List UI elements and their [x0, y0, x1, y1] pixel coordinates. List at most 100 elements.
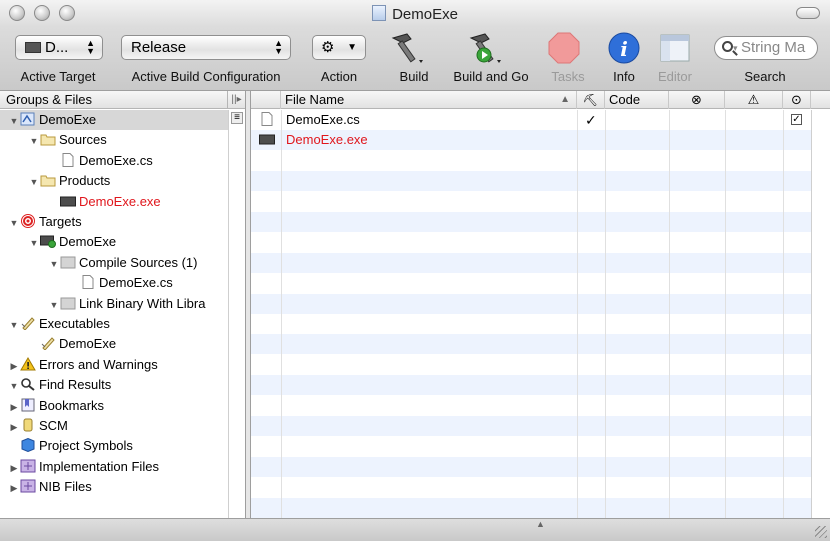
file-name-cell: DemoExe.cs — [286, 112, 360, 127]
sidebar-item[interactable]: DemoExe.cs — [0, 273, 226, 293]
disclosure-closed-icon[interactable]: ▶ — [8, 356, 20, 376]
popup-arrows-icon: ▲ ▼ — [274, 38, 283, 56]
icon-column-header[interactable] — [251, 91, 281, 109]
table-row-background — [251, 273, 811, 293]
disclosure-open-icon[interactable]: ▼ — [48, 254, 60, 274]
chevron-down-icon: ▼ — [347, 42, 357, 53]
column-divider — [281, 110, 282, 518]
errors-column-header[interactable]: ⊗ — [669, 91, 725, 109]
build-checkmark[interactable]: ✓ — [585, 110, 597, 130]
code-column-header[interactable]: Code — [605, 91, 669, 109]
table-row-background — [251, 171, 811, 192]
symbols-icon — [20, 438, 36, 453]
column-divider — [783, 110, 784, 518]
active-build-configuration-popup[interactable]: Release ▲ ▼ — [121, 35, 291, 60]
sidebar-item-label: Bookmarks — [39, 397, 105, 413]
table-body: DemoExe.cs ✓ ✓ DemoExe.exe — [251, 110, 830, 518]
disclosure-closed-icon[interactable]: ▶ — [8, 478, 20, 498]
file-icon — [259, 112, 275, 129]
table-row-background — [251, 477, 811, 497]
disclosure-open-icon[interactable]: ▼ — [28, 131, 40, 151]
sidebar-item-label: NIB Files — [39, 479, 92, 495]
target-membership-checkbox[interactable]: ✓ — [791, 114, 802, 125]
sidebar-item-label: SCM — [39, 418, 68, 433]
sidebar-item[interactable]: DemoExe.cs — [0, 151, 226, 171]
sidebar-item[interactable]: ▶ Implementation Files — [0, 457, 226, 477]
sidebar-item[interactable]: ▶ Bookmarks — [0, 396, 226, 416]
table-row-background — [251, 212, 811, 232]
disclosure-open-icon[interactable]: ▼ — [8, 213, 20, 233]
executable-icon — [259, 132, 275, 149]
search-field[interactable]: ▾ String Ma — [714, 36, 818, 60]
sidebar-item-label: Find Results — [39, 377, 112, 393]
target-membership-column-header[interactable]: ⊙ — [783, 91, 811, 109]
disclosure-closed-icon[interactable]: ▶ — [8, 417, 20, 437]
disclosure-closed-icon[interactable]: ▶ — [8, 397, 20, 417]
search-label: Search — [744, 69, 786, 84]
editor-icon[interactable] — [657, 30, 693, 66]
column-divider — [577, 110, 578, 518]
sidebar-item[interactable]: ▶ NIB Files — [0, 477, 226, 497]
file-icon — [60, 152, 76, 167]
sidebar-scrollbar[interactable]: ≡ — [228, 110, 245, 518]
table-row[interactable]: DemoExe.exe — [251, 130, 811, 150]
build-column-header[interactable]: ⛏ — [577, 91, 605, 109]
build-and-go-icon[interactable] — [467, 30, 503, 66]
disclosure-open-icon[interactable]: ▼ — [8, 111, 20, 131]
stop-tasks-icon[interactable] — [546, 30, 582, 66]
active-target-label: Active Target — [20, 69, 96, 84]
executables-icon — [20, 316, 36, 331]
window-title: DemoExe — [0, 5, 830, 23]
table-row[interactable]: DemoExe.cs ✓ ✓ — [251, 110, 811, 130]
detail-toggle-icon[interactable]: ≡ — [231, 112, 243, 124]
target-icon — [20, 214, 36, 228]
split-view-icon[interactable]: ||▸ — [227, 91, 245, 108]
sidebar-item[interactable]: ▼ Find Results — [0, 375, 226, 395]
sidebar-item[interactable]: Project Symbols — [0, 436, 226, 456]
sidebar-item[interactable]: DemoExe.exe — [0, 192, 226, 212]
table-row-background — [251, 232, 811, 252]
disclosure-open-icon[interactable]: ▼ — [8, 376, 20, 396]
executable-icon — [60, 194, 76, 208]
disclosure-open-icon[interactable]: ▼ — [48, 295, 60, 315]
detail-scrollbar[interactable] — [811, 110, 830, 518]
xcode-project-window: DemoExe D... ▲ ▼ Active Target Release ▲ ▼… — [0, 0, 830, 541]
active-target-popup[interactable]: D... ▲ ▼ — [15, 35, 103, 60]
action-popup[interactable]: ⚙ ▼ — [312, 35, 366, 60]
sidebar-item[interactable]: ▼ Link Binary With Libra — [0, 294, 226, 314]
sidebar-item[interactable]: DemoExe — [0, 334, 226, 354]
sidebar-item[interactable]: ▼ Executables — [0, 314, 226, 334]
sidebar-header[interactable]: Groups & Files ||▸ — [0, 91, 245, 109]
sidebar-item[interactable]: ▶ SCM — [0, 416, 226, 436]
editor-label: Editor — [658, 69, 692, 84]
sidebar-item[interactable]: ▼ Targets — [0, 212, 226, 232]
action-label: Action — [320, 69, 358, 84]
disclosure-open-icon[interactable]: ▼ — [28, 233, 40, 253]
sidebar-item[interactable]: ▼ DemoExe — [0, 232, 226, 252]
file-name-column-header[interactable]: File Name ▲ — [281, 91, 577, 109]
info-icon[interactable]: i — [606, 30, 642, 66]
build-phase-icon — [60, 255, 76, 269]
resize-grip-icon[interactable] — [815, 526, 827, 538]
sidebar-item[interactable]: ▼ Compile Sources (1) — [0, 253, 226, 273]
status-bar: ▲ — [0, 518, 830, 541]
table-row-background — [251, 314, 811, 334]
warning-icon — [20, 356, 36, 371]
sidebar-item-label: Link Binary With Libra — [79, 295, 206, 311]
table-row-background — [251, 497, 811, 518]
chevron-down-icon: ▾ — [733, 43, 738, 53]
disclosure-open-icon[interactable]: ▼ — [8, 315, 20, 335]
sidebar-item[interactable]: ▼ Sources — [0, 130, 226, 150]
folder-icon — [40, 132, 56, 146]
sidebar-item[interactable]: ▼ DemoExe — [0, 110, 228, 130]
disclosure-open-icon[interactable]: ▼ — [28, 172, 40, 192]
sidebar-item[interactable]: ▼ Products — [0, 171, 226, 191]
build-hammer-icon[interactable] — [389, 30, 425, 66]
disclosure-closed-icon[interactable]: ▶ — [8, 458, 20, 478]
split-handle-icon[interactable]: ▲ — [536, 519, 545, 529]
warnings-column-header[interactable]: ⚠ — [725, 91, 783, 109]
toolbar-toggle-button[interactable] — [796, 7, 820, 19]
sidebar-item[interactable]: ▶ Errors and Warnings — [0, 355, 226, 375]
build-phase-icon — [60, 296, 76, 310]
title-bar[interactable]: DemoExe — [0, 0, 830, 27]
